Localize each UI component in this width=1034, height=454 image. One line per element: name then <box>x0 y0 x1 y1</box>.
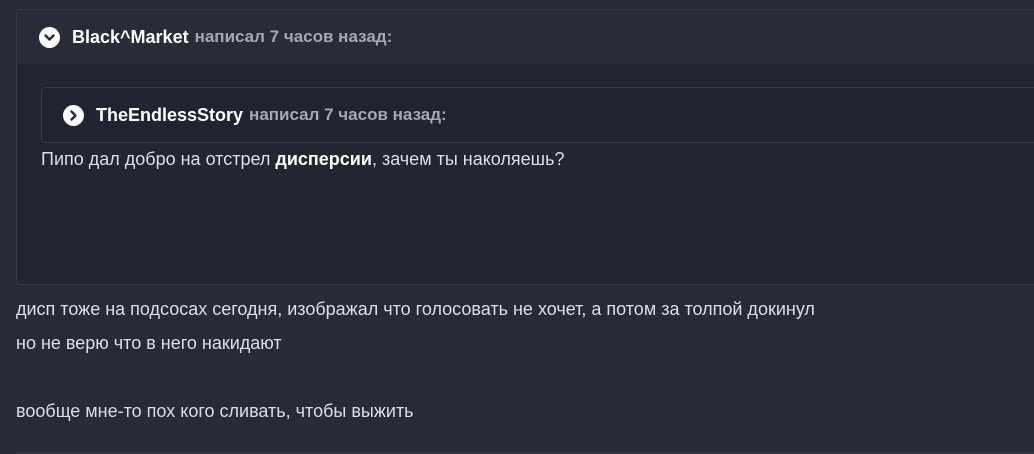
forum-post: Black^Market написал 7 часов назад: TheE… <box>0 0 1034 454</box>
inner-quote-timestamp: написал 7 часов назад: <box>249 105 447 124</box>
post-body-line: вообще мне-то пох кого сливать, чтобы вы… <box>16 401 414 421</box>
post-body-line: дисп тоже на подсосах сегодня, изображал… <box>16 299 815 319</box>
post-body: дисп тоже на подсосах сегодня, изображал… <box>16 292 815 428</box>
outer-quote-timestamp: написал 7 часов назад: <box>194 27 393 46</box>
outer-quote-text-start: Пипо дал добро на отстрел <box>41 149 276 169</box>
inner-quote-author[interactable]: TheEndlessStory <box>96 105 243 126</box>
post-body-blank-line <box>16 360 815 394</box>
post-body-line: но не верю что в него накидают <box>16 333 282 353</box>
outer-quote-header: Black^Market написал 7 часов назад: <box>17 10 1034 64</box>
outer-quote-block: Black^Market написал 7 часов назад: TheE… <box>16 9 1034 285</box>
inner-quote-block: TheEndlessStory написал 7 часов назад: <box>41 87 1034 143</box>
outer-quote-author[interactable]: Black^Market <box>72 27 189 48</box>
chevron-right-icon[interactable] <box>63 104 84 126</box>
outer-quote-text-bold: дисперсии <box>275 149 372 169</box>
outer-quote-text: Пипо дал добро на отстрел дисперсии, зач… <box>41 149 565 170</box>
chevron-down-icon[interactable] <box>39 26 60 48</box>
outer-quote-text-end: , зачем ты наколяешь? <box>371 149 565 169</box>
